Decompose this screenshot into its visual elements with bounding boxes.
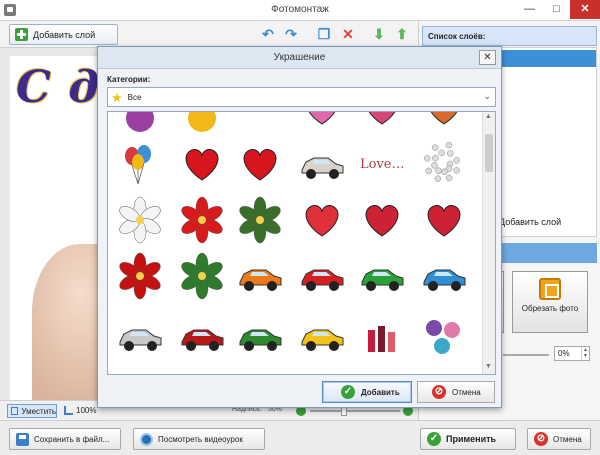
layers-add-label[interactable]: Добавить слой: [499, 217, 561, 227]
category-label: Категории:: [107, 75, 151, 84]
red-hibiscus-icon[interactable]: [178, 196, 226, 244]
dialog-title: Украшение: [273, 52, 326, 63]
angle-spinner[interactable]: ▲ ▼: [581, 347, 589, 360]
apply-button[interactable]: ✓ Применить: [420, 428, 516, 450]
plus-icon: [15, 28, 28, 41]
balloons-icon[interactable]: [116, 140, 164, 188]
green-cabrio-icon[interactable]: [236, 312, 284, 360]
undo-icon[interactable]: ↶: [260, 26, 276, 42]
cancel-icon: ⊘: [534, 432, 548, 446]
add-label: Добавить: [361, 387, 400, 397]
orange-car-icon[interactable]: [236, 252, 284, 300]
maximize-button[interactable]: □: [543, 0, 570, 19]
layers-header: Список слоёв:: [422, 26, 597, 46]
cancel-icon: ⊘: [432, 385, 446, 399]
cancel-label: Отмена: [553, 434, 582, 444]
sun-partial-icon[interactable]: [178, 112, 226, 132]
fit-label: Уместить: [21, 406, 56, 416]
angle-value: 0%: [558, 349, 570, 358]
save-to-file-button[interactable]: Сохранить в файл...: [9, 428, 121, 450]
move-down-icon[interactable]: ⬇: [371, 26, 387, 42]
check-icon: ✓: [427, 432, 441, 446]
dialog-close-button[interactable]: ✕: [479, 50, 496, 65]
dialog-title-bar: Украшение ✕: [98, 47, 501, 69]
bottom-bar: Сохранить в файл... Посмотреть видеоурок…: [0, 420, 600, 455]
star-icon: ★: [111, 89, 123, 105]
fit-button[interactable]: Уместить: [7, 404, 57, 418]
toolbar: Добавить слой ↶ ↷ ❐ ✕ ⬇ ⬆: [0, 21, 418, 48]
disk-icon: [16, 432, 29, 446]
window-title: Фотомонтаж: [271, 4, 329, 15]
category-select[interactable]: ★ Все ⌄: [107, 87, 496, 107]
zoom-icon: [64, 406, 73, 415]
crop-photo-button[interactable]: Обрезать фото: [512, 271, 588, 333]
minimize-button[interactable]: —: [516, 0, 543, 19]
add-decoration-button[interactable]: ✓ Добавить: [322, 381, 412, 403]
move-up-icon[interactable]: ⬆: [394, 26, 410, 42]
zoom-value: 100%: [76, 406, 97, 415]
webcam-icon: [140, 432, 153, 446]
spin-down-icon[interactable]: ▼: [583, 353, 588, 359]
heart-icon[interactable]: [178, 140, 226, 188]
watch-video-button[interactable]: Посмотреть видеоурок: [133, 428, 265, 450]
heart-partial-icon[interactable]: [298, 112, 346, 132]
yellow-car-icon[interactable]: [298, 312, 346, 360]
decoration-dialog: Украшение ✕ Категории: ★ Все ⌄ Love… ▲ ▼…: [97, 46, 502, 408]
decoration-gallery[interactable]: Love… ▲ ▼: [107, 111, 496, 375]
heart-tree-icon[interactable]: [420, 196, 468, 244]
heart-partial-icon[interactable]: [420, 112, 468, 132]
opacity-slider-track[interactable]: [310, 410, 400, 412]
video-label: Посмотреть видеоурок: [158, 434, 243, 444]
green-flower-icon[interactable]: [178, 252, 226, 300]
title-bar: Фотомонтаж — □ ✕: [0, 0, 600, 21]
scroll-down-icon[interactable]: ▼: [485, 363, 492, 370]
gallery-scrollbar[interactable]: ▲ ▼: [482, 112, 495, 374]
svg-text:Love…: Love…: [360, 157, 405, 172]
green-car-icon[interactable]: [358, 252, 406, 300]
scroll-thumb[interactable]: [485, 134, 493, 172]
category-value: Все: [127, 92, 142, 102]
delete-icon[interactable]: ✕: [340, 26, 356, 42]
red-black-car-icon[interactable]: [178, 312, 226, 360]
heart-partial-icon[interactable]: [358, 112, 406, 132]
white-flower-icon[interactable]: [116, 196, 164, 244]
crop-label: Обрезать фото: [521, 304, 579, 313]
red-car-icon[interactable]: [298, 252, 346, 300]
angle-input[interactable]: 0% ▲ ▼: [554, 346, 590, 361]
check-icon: ✓: [341, 385, 355, 399]
zoom-readout[interactable]: 100%: [64, 406, 96, 415]
sparkle-flowers-icon[interactable]: [236, 196, 284, 244]
close-window-button[interactable]: ✕: [570, 0, 600, 19]
redo-icon[interactable]: ↷: [283, 26, 299, 42]
heart-arrow-icon[interactable]: [236, 140, 284, 188]
blue-car-icon[interactable]: [420, 252, 468, 300]
cancel-button[interactable]: ⊘ Отмена: [527, 428, 591, 450]
fit-icon: [11, 407, 19, 415]
silver-car-icon[interactable]: [116, 312, 164, 360]
dialog-cancel-label: Отмена: [452, 387, 481, 397]
lipsticks-icon[interactable]: [358, 312, 406, 360]
angle-slider[interactable]: [503, 354, 549, 356]
pearls-icon[interactable]: [420, 140, 468, 188]
hearts-scatter-icon[interactable]: [358, 196, 406, 244]
card-icon[interactable]: [298, 140, 346, 188]
makeup-icon[interactable]: [420, 312, 468, 360]
small-hearts-icon[interactable]: [298, 196, 346, 244]
bird-partial-icon[interactable]: [116, 112, 164, 132]
apply-label: Применить: [446, 434, 497, 444]
copy-icon[interactable]: ❐: [316, 26, 332, 42]
save-label: Сохранить в файл...: [34, 434, 110, 444]
red-flower-icon[interactable]: [116, 252, 164, 300]
add-layer-label: Добавить слой: [33, 29, 96, 40]
chevron-down-icon[interactable]: ⌄: [483, 91, 491, 102]
scroll-up-icon[interactable]: ▲: [485, 113, 492, 120]
crop-icon: [539, 278, 561, 300]
love-text-icon[interactable]: Love…: [358, 140, 406, 188]
dialog-cancel-button[interactable]: ⊘ Отмена: [417, 381, 495, 403]
add-layer-button[interactable]: Добавить слой: [9, 24, 118, 45]
